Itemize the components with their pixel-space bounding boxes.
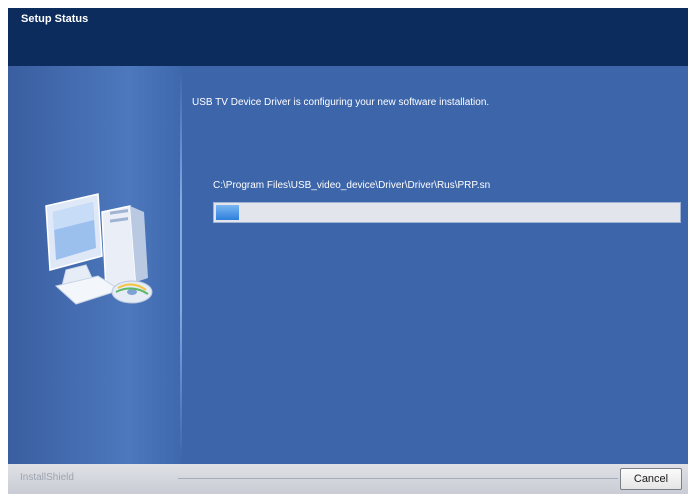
current-file-path: C:\Program Files\USB_video_device\Driver… [213,180,491,191]
divider-line [178,478,618,479]
installshield-brand: InstallShield [20,472,74,483]
side-panel [8,66,180,464]
bottom-bar: InstallShield Cancel [8,464,688,494]
computer-install-icon [45,193,153,305]
status-message: USB TV Device Driver is configuring your… [192,97,490,108]
side-divider [180,66,182,464]
window-title: Setup Status [21,13,89,25]
progress-fill [216,205,239,220]
content-area: USB TV Device Driver is configuring your… [8,66,688,464]
cancel-button[interactable]: Cancel [620,468,682,490]
progress-bar [213,202,681,223]
title-bar: Setup Status [8,8,688,66]
setup-status-window: Setup Status USB TV Device Driver is con… [8,8,688,494]
